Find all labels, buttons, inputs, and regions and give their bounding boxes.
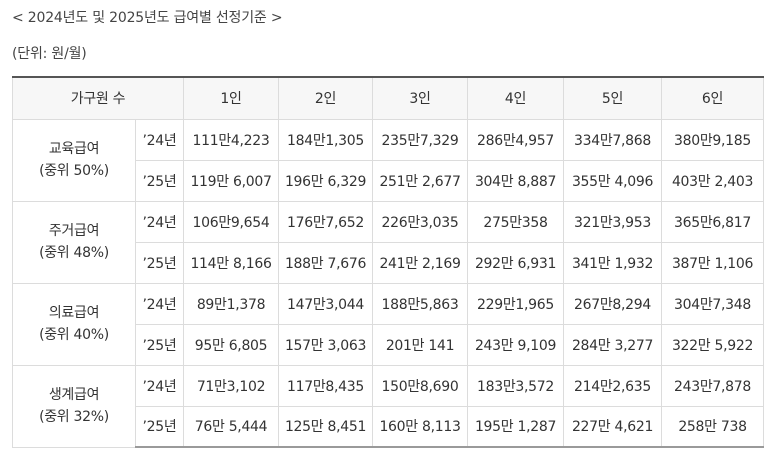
- value-cell: 119만 6,007: [183, 159, 280, 202]
- value-cell: 267만8,294: [563, 282, 663, 325]
- category-education: 교육급여 (중위 50%): [12, 118, 136, 202]
- value-cell: 321만3,953: [563, 200, 663, 243]
- category-name: 주거급여: [48, 223, 100, 239]
- value-cell: 160만 8,113: [372, 405, 469, 448]
- category-median: (중위 40%): [39, 327, 109, 343]
- table-row: 교육급여 (중위 50%) ’24년 111만4,223 184만1,305 23…: [12, 118, 764, 202]
- value-cell: 196만 6,329: [278, 159, 374, 202]
- value-cell: 403만 2,403: [661, 159, 764, 202]
- table-row: 의료급여 (중위 40%) ’24년 89만1,378 147만3,044 188…: [12, 282, 764, 366]
- value-cell: 176만7,652: [278, 200, 374, 243]
- value-cell: 76만 5,444: [183, 405, 280, 448]
- value-cell: 188만5,863: [372, 282, 469, 325]
- year-label: ’24년: [134, 282, 185, 325]
- value-cell: 380만9,185: [661, 118, 764, 161]
- table-row: 주거급여 (중위 48%) ’24년 106만9,654 176만7,652 22…: [12, 200, 764, 284]
- value-cell: 150만8,690: [372, 364, 469, 407]
- year-label: ’24년: [134, 200, 185, 243]
- value-cell: 183만3,572: [467, 364, 565, 407]
- value-cell: 304만7,348: [661, 282, 764, 325]
- header-2-person: 2인: [278, 76, 374, 120]
- category-livelihood: 생계급여 (중위 32%): [12, 364, 136, 448]
- value-cell: 334만7,868: [563, 118, 663, 161]
- value-cell: 95만 6,805: [183, 323, 280, 366]
- value-cell: 243만 9,109: [467, 323, 565, 366]
- year-label: ’25년: [134, 159, 185, 202]
- value-cell: 71만3,102: [183, 364, 280, 407]
- header-3-person: 3인: [372, 76, 469, 120]
- value-cell: 292만 6,931: [467, 241, 565, 284]
- value-cell: 251만 2,677: [372, 159, 469, 202]
- value-cell: 387만 1,106: [661, 241, 764, 284]
- category-median: (중위 50%): [39, 163, 109, 179]
- header-4-person: 4인: [467, 76, 565, 120]
- value-cell: 227만 4,621: [563, 405, 663, 448]
- header-row: 가구원 수 1인 2인 3인 4인 5인 6인: [11, 76, 764, 120]
- category-housing: 주거급여 (중위 48%): [12, 200, 136, 284]
- unit-note: (단위: 원/월): [12, 46, 87, 62]
- table-caption: < 2024년도 및 2025년도 급여별 선정기준 >: [12, 10, 283, 26]
- category-median: (중위 32%): [39, 409, 109, 425]
- value-cell: 114만 8,166: [183, 241, 280, 284]
- year-label: ’24년: [134, 364, 185, 407]
- category-name: 교육급여: [48, 141, 100, 157]
- value-cell: 89만1,378: [183, 282, 280, 325]
- value-cell: 157만 3,063: [278, 323, 374, 366]
- year-label: ’24년: [134, 118, 185, 161]
- value-cell: 243만7,878: [661, 364, 764, 407]
- value-cell: 275만358: [467, 200, 565, 243]
- value-cell: 201만 141: [372, 323, 469, 366]
- header-1-person: 1인: [183, 76, 280, 120]
- category-median: (중위 48%): [39, 245, 109, 261]
- value-cell: 286만4,957: [467, 118, 565, 161]
- value-cell: 147만3,044: [278, 282, 374, 325]
- category-name: 생계급여: [48, 387, 100, 403]
- category-name: 의료급여: [48, 305, 100, 321]
- value-cell: 111만4,223: [183, 118, 280, 161]
- value-cell: 355만 4,096: [563, 159, 663, 202]
- value-cell: 241만 2,169: [372, 241, 469, 284]
- value-cell: 184만1,305: [278, 118, 374, 161]
- value-cell: 235만7,329: [372, 118, 469, 161]
- category-medical: 의료급여 (중위 40%): [12, 282, 136, 366]
- value-cell: 226만3,035: [372, 200, 469, 243]
- header-household-size: 가구원 수: [11, 76, 185, 120]
- value-cell: 195만 1,287: [467, 405, 565, 448]
- value-cell: 117만8,435: [278, 364, 374, 407]
- header-6-person: 6인: [661, 76, 764, 120]
- year-label: ’25년: [134, 241, 185, 284]
- value-cell: 188만 7,676: [278, 241, 374, 284]
- value-cell: 304만 8,887: [467, 159, 565, 202]
- value-cell: 258만 738: [661, 405, 764, 448]
- value-cell: 341만 1,932: [563, 241, 663, 284]
- year-label: ’25년: [134, 405, 185, 448]
- value-cell: 322만 5,922: [661, 323, 764, 366]
- year-label: ’25년: [134, 323, 185, 366]
- value-cell: 365만6,817: [661, 200, 764, 243]
- benefit-criteria-table: 가구원 수 1인 2인 3인 4인 5인 6인 교육급여 (중위 50%) ’24…: [11, 76, 764, 448]
- table-row: 생계급여 (중위 32%) ’24년 71만3,102 117만8,435 150…: [12, 364, 764, 448]
- value-cell: 229만1,965: [467, 282, 565, 325]
- value-cell: 106만9,654: [183, 200, 280, 243]
- value-cell: 125만 8,451: [278, 405, 374, 448]
- header-5-person: 5인: [563, 76, 663, 120]
- value-cell: 284만 3,277: [563, 323, 663, 366]
- value-cell: 214만2,635: [563, 364, 663, 407]
